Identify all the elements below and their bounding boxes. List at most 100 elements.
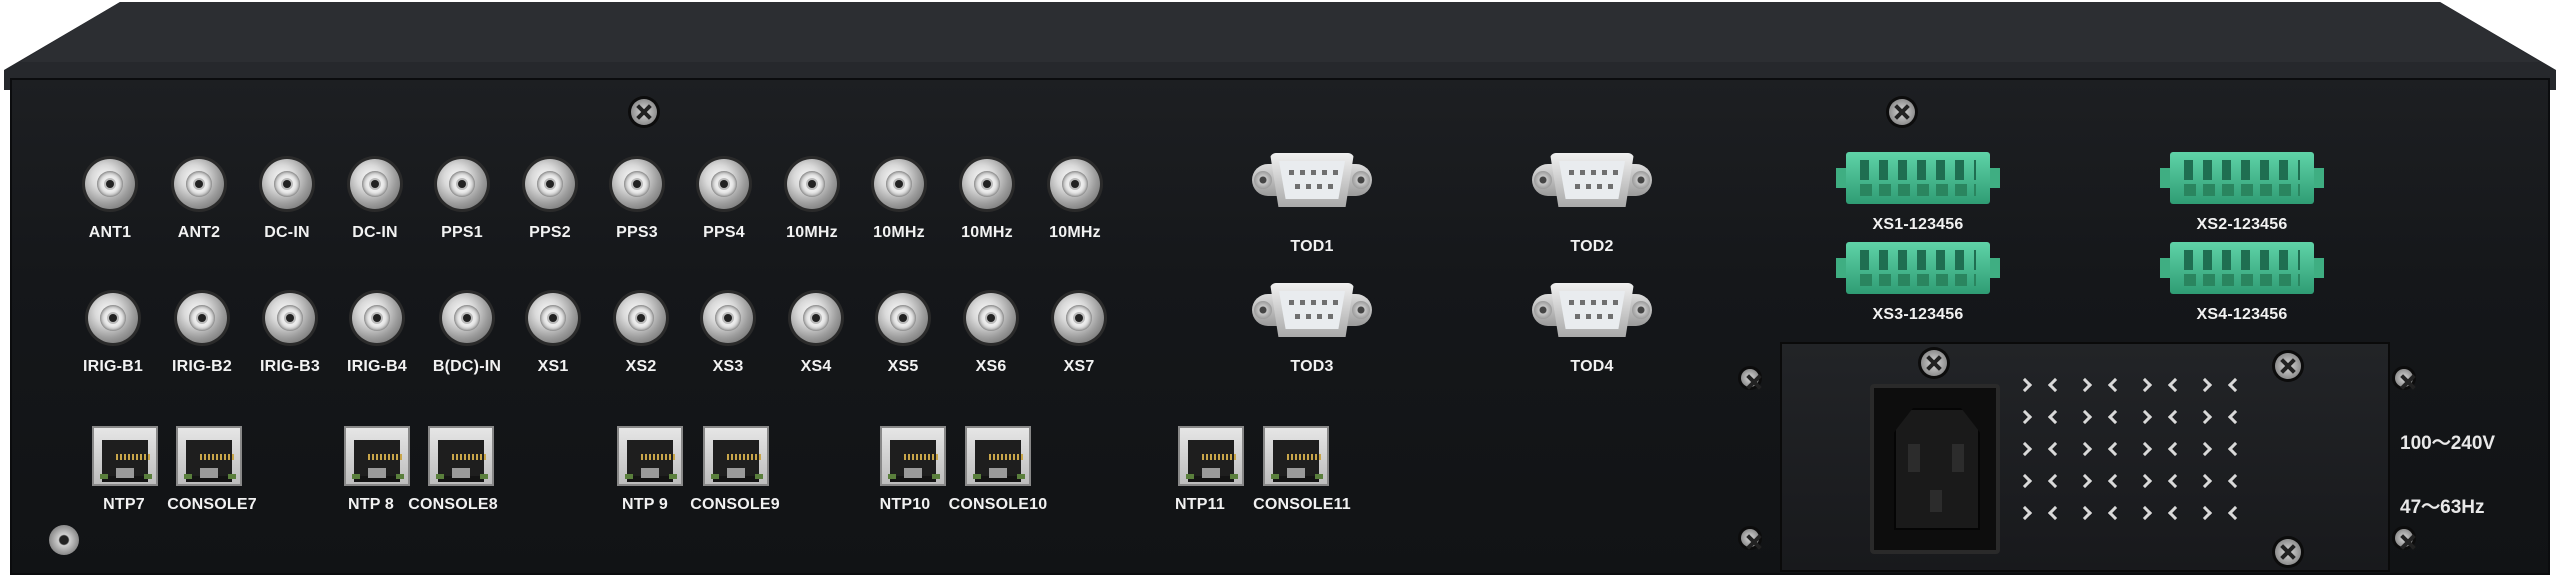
bnc-connector[interactable] [265, 293, 315, 343]
screw-icon [2275, 353, 2301, 379]
port-label: XS2-123456 [2196, 216, 2288, 233]
bnc-connector[interactable] [174, 159, 224, 209]
bnc-connector[interactable] [352, 293, 402, 343]
port-label: XS3-123456 [1872, 306, 1964, 323]
port-label: XS5 [887, 358, 919, 375]
bnc-connector[interactable] [878, 293, 928, 343]
vent-slot [2227, 441, 2243, 457]
ground-terminal-icon[interactable] [49, 525, 79, 555]
bnc-connector[interactable] [437, 159, 487, 209]
vent-slot [2137, 441, 2153, 457]
port-label: 10MHz [1049, 224, 1101, 241]
bnc-connector[interactable] [442, 293, 492, 343]
ethernet-port[interactable] [617, 426, 683, 486]
bnc-connector[interactable] [703, 293, 753, 343]
port-label: TOD3 [1290, 358, 1334, 375]
bnc-connector[interactable] [966, 293, 1016, 343]
vent-slot [2107, 377, 2123, 393]
vent-slot [2077, 409, 2093, 425]
screw-icon [1889, 99, 1915, 125]
bnc-connector[interactable] [262, 159, 312, 209]
port-label: PPS2 [529, 224, 571, 241]
terminal-block[interactable] [1836, 242, 2000, 294]
vent-slot [2197, 441, 2213, 457]
bnc-connector[interactable] [528, 293, 578, 343]
bnc-connector[interactable] [525, 159, 575, 209]
vent-slot [2047, 441, 2063, 457]
bnc-connector[interactable] [350, 159, 400, 209]
bnc-connector[interactable] [85, 159, 135, 209]
ethernet-port[interactable] [92, 426, 158, 486]
vent-slot [2107, 505, 2123, 521]
bnc-connector[interactable] [177, 293, 227, 343]
serial-db9-port[interactable] [1532, 150, 1652, 210]
bnc-connector[interactable] [88, 293, 138, 343]
terminal-block[interactable] [2160, 152, 2324, 204]
vent-slot [2197, 473, 2213, 489]
bnc-connector[interactable] [791, 293, 841, 343]
port-label: NTP7 [103, 496, 145, 513]
screw-icon [631, 99, 657, 125]
terminal-block[interactable] [2160, 242, 2324, 294]
ventilation-grille [2017, 377, 2260, 540]
port-label: PPS3 [616, 224, 658, 241]
port-label: PPS4 [703, 224, 745, 241]
port-label: NTP 8 [347, 496, 395, 513]
vent-slot [2197, 505, 2213, 521]
port-label: XS2 [625, 358, 657, 375]
port-label: ANT1 [88, 224, 132, 241]
vent-slot [2167, 473, 2183, 489]
ethernet-port[interactable] [703, 426, 769, 486]
port-label: IRIG-B1 [82, 358, 144, 375]
screw-icon [1741, 369, 1759, 387]
ethernet-port[interactable] [1263, 426, 1329, 486]
port-label: CONSOLE7 [167, 496, 257, 513]
bnc-connector[interactable] [962, 159, 1012, 209]
ethernet-port[interactable] [880, 426, 946, 486]
screw-icon [1921, 350, 1947, 376]
bnc-connector[interactable] [612, 159, 662, 209]
vent-slot [2227, 377, 2243, 393]
port-label: NTP11 [1175, 496, 1225, 513]
vent-slot [2077, 473, 2093, 489]
bnc-connector[interactable] [1054, 293, 1104, 343]
bnc-connector[interactable] [787, 159, 837, 209]
ethernet-port[interactable] [428, 426, 494, 486]
vent-slot [2017, 409, 2033, 425]
ethernet-port[interactable] [1178, 426, 1244, 486]
port-label: CONSOLE10 [948, 496, 1048, 513]
ethernet-port[interactable] [344, 426, 410, 486]
bnc-connector[interactable] [1050, 159, 1100, 209]
port-label: DC-IN [264, 224, 310, 241]
ethernet-port[interactable] [965, 426, 1031, 486]
power-inlet[interactable] [1870, 384, 2000, 554]
port-label: NTP 9 [621, 496, 669, 513]
frequency-spec: 47～63Hz [2400, 497, 2485, 518]
vent-slot [2227, 505, 2243, 521]
vent-slot [2047, 505, 2063, 521]
terminal-block[interactable] [1836, 152, 2000, 204]
bnc-connector[interactable] [699, 159, 749, 209]
port-label: CONSOLE11 [1253, 496, 1351, 513]
vent-slot [2017, 377, 2033, 393]
bnc-connector[interactable] [616, 293, 666, 343]
port-label: XS1 [537, 358, 569, 375]
ethernet-port[interactable] [176, 426, 242, 486]
vent-slot [2227, 473, 2243, 489]
serial-db9-port[interactable] [1252, 280, 1372, 340]
port-label: TOD1 [1290, 238, 1334, 255]
vent-slot [2167, 409, 2183, 425]
voltage-spec: 100～240V [2400, 433, 2496, 454]
vent-slot [2137, 473, 2153, 489]
vent-slot [2017, 505, 2033, 521]
serial-db9-port[interactable] [1532, 280, 1652, 340]
vent-slot [2137, 377, 2153, 393]
port-label: CONSOLE8 [408, 496, 498, 513]
screw-icon [2275, 539, 2301, 565]
bnc-connector[interactable] [874, 159, 924, 209]
port-label: B(DC)-IN [432, 358, 502, 375]
serial-db9-port[interactable] [1252, 150, 1372, 210]
port-label: XS7 [1063, 358, 1095, 375]
port-label: TOD2 [1570, 238, 1614, 255]
vent-slot [2107, 441, 2123, 457]
